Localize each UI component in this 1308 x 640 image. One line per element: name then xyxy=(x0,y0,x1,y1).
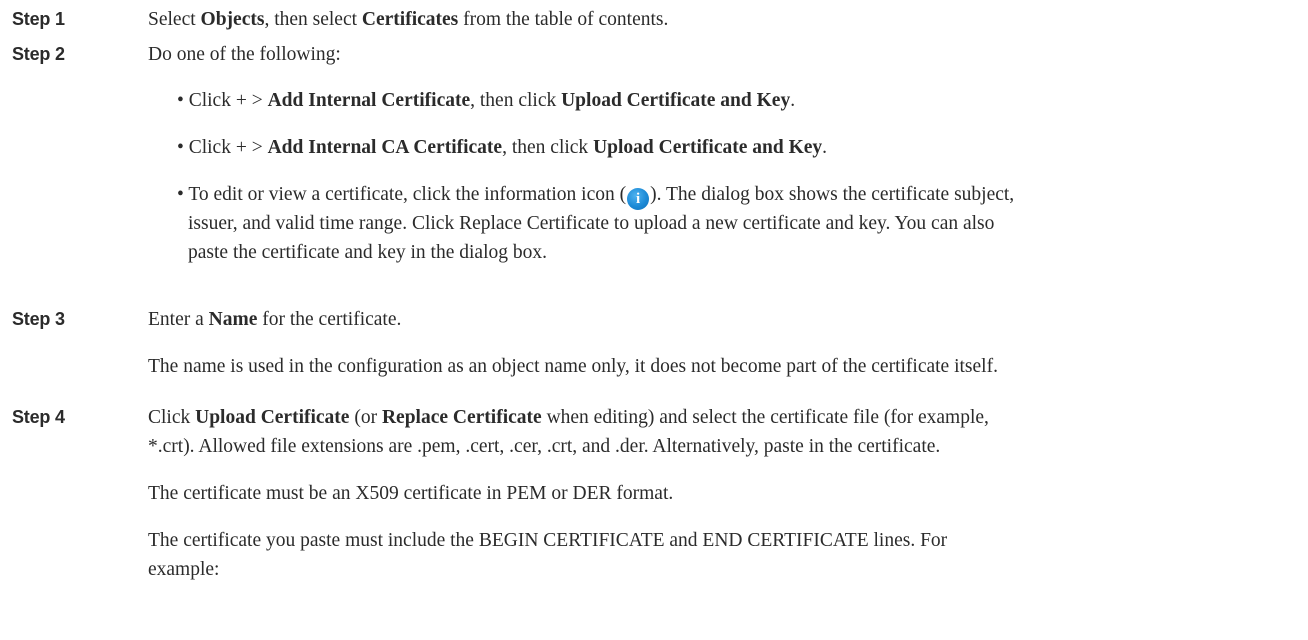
ui-term: Upload Certificate and Key xyxy=(561,90,791,111)
ui-term-certificates: Certificates xyxy=(361,9,459,30)
text-run: when editing) and select the certificate… xyxy=(541,407,989,428)
step-2-bullet-3: • To edit or view a certificate, click t… xyxy=(177,180,1014,210)
ui-term: Upload Certificate and Key xyxy=(593,137,823,158)
step-4-paste-note-line-1: The certificate you paste must include t… xyxy=(148,530,948,551)
text-run: • To edit or view a certificate, click t… xyxy=(177,184,627,205)
ui-term-replace-certificate: Replace Certificate xyxy=(381,407,542,428)
text-run: . xyxy=(822,137,828,158)
step-4-paste-note-line-2: example: xyxy=(148,559,220,580)
step-2-bullet-1: • Click + > Add Internal Certificate, th… xyxy=(177,86,795,115)
step-4-line-1: Click Upload Certificate (or Replace Cer… xyxy=(148,403,1300,432)
text-run: for the certificate. xyxy=(257,309,402,330)
text-run: Enter a xyxy=(148,309,209,330)
text-run: • Click + > xyxy=(177,90,268,111)
text-run: , then click xyxy=(470,90,562,111)
step-3-label: Step 3 xyxy=(12,309,65,329)
text-run: Click xyxy=(148,407,196,428)
step-4-format-note: The certificate must be an X509 certific… xyxy=(148,483,674,504)
step-2-bullet-2: • Click + > Add Internal CA Certificate,… xyxy=(177,133,827,162)
step-4-label: Step 4 xyxy=(12,407,65,427)
ui-term-objects: Objects xyxy=(200,9,265,30)
text-run: ). The dialog box shows the certificate … xyxy=(650,184,1015,205)
step-2-bullet-3-line-2: issuer, and valid time range. Click Repl… xyxy=(188,213,995,234)
ui-term: Add Internal CA Certificate xyxy=(267,137,503,158)
step-2-bullet-3-line-3: paste the certificate and key in the dia… xyxy=(188,242,547,263)
text-run: from the table of contents. xyxy=(458,9,669,30)
step-3-note: The name is used in the configuration as… xyxy=(148,356,998,377)
ui-term-upload-certificate: Upload Certificate xyxy=(195,407,350,428)
step-1-text: Select Objects, then select Certificates… xyxy=(148,5,1300,34)
step-2-intro: Do one of the following: xyxy=(148,44,341,65)
text-run: , then click xyxy=(502,137,594,158)
text-run: Select xyxy=(148,9,201,30)
step-1-label: Step 1 xyxy=(12,9,65,29)
step-3-text: Enter a Name for the certificate. xyxy=(148,305,1300,334)
text-run: . xyxy=(790,90,796,111)
text-run: • Click + > xyxy=(177,137,268,158)
step-2-label: Step 2 xyxy=(12,44,65,64)
text-run: (or xyxy=(349,407,382,428)
ui-term-name: Name xyxy=(208,309,258,330)
info-icon: i xyxy=(627,188,650,210)
ui-term: Add Internal Certificate xyxy=(267,90,471,111)
text-run: , then select xyxy=(264,9,362,30)
step-4-line-2: *.crt). Allowed file extensions are .pem… xyxy=(148,436,941,457)
